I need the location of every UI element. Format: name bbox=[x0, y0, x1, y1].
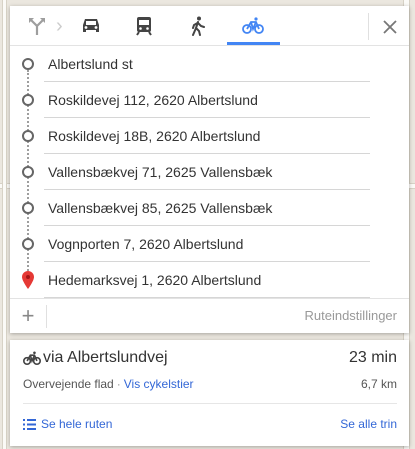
see-full-route-label: Se hele ruten bbox=[41, 417, 113, 431]
stop-input[interactable]: Roskildevej 112, 2620 Albertslund bbox=[44, 82, 370, 118]
stop-input[interactable]: Albertslund st bbox=[44, 46, 370, 82]
waypoint-dot-icon[interactable] bbox=[22, 202, 34, 214]
bicycle-icon bbox=[23, 351, 41, 366]
waypoint-dot-icon[interactable] bbox=[22, 238, 34, 250]
stop-item: Roskildevej 18B, 2620 Albertslund bbox=[10, 118, 409, 154]
directions-panel: › Albertslund st Roskildevej 112, 2620 A… bbox=[10, 6, 409, 333]
stop-item: Vallensbækvej 71, 2625 Vallensbæk bbox=[10, 154, 409, 190]
route-result-card[interactable]: via Albertslundvej 23 min Overvejende fl… bbox=[10, 340, 409, 446]
route-distance: 6,7 km bbox=[360, 377, 397, 391]
walking-icon bbox=[192, 16, 205, 36]
transit-mode-button[interactable] bbox=[127, 12, 161, 40]
car-icon bbox=[83, 19, 99, 32]
stop-item: Roskildevej 112, 2620 Albertslund bbox=[10, 82, 409, 118]
chevron-right-icon: › bbox=[56, 15, 63, 37]
close-icon bbox=[383, 19, 397, 34]
train-icon bbox=[136, 17, 152, 36]
stop-input[interactable]: Roskildevej 18B, 2620 Albertslund bbox=[44, 118, 370, 154]
list-icon bbox=[23, 418, 36, 430]
stop-item: Albertslund st bbox=[10, 46, 409, 82]
destination-input[interactable]: Hedemarksvej 1, 2620 Albertslund bbox=[44, 262, 370, 298]
turn-arrow-icon bbox=[29, 18, 45, 35]
stop-item: Vognporten 7, 2620 Albertslund bbox=[10, 226, 409, 262]
route-title: via Albertslundvej bbox=[43, 349, 168, 366]
bicycling-mode-button[interactable] bbox=[236, 12, 270, 40]
stop-item: Vallensbækvej 85, 2625 Vallensbæk bbox=[10, 190, 409, 226]
see-full-route-link[interactable]: Se hele ruten bbox=[23, 417, 112, 431]
waypoint-dot-icon[interactable] bbox=[22, 94, 34, 106]
travel-mode-bar: › bbox=[10, 6, 409, 46]
bicycle-icon bbox=[242, 17, 264, 34]
waypoint-dot-icon[interactable] bbox=[22, 130, 34, 142]
route-duration: 23 min bbox=[348, 349, 397, 366]
route-options-row: + Ruteindstillinger bbox=[10, 298, 409, 333]
add-destination-button[interactable]: + bbox=[10, 299, 46, 333]
best-route-mode-button[interactable] bbox=[20, 12, 54, 40]
active-mode-indicator bbox=[227, 42, 280, 45]
terrain-label: Overvejende flad bbox=[23, 377, 114, 391]
destination-pin-icon[interactable] bbox=[22, 271, 34, 289]
show-bike-paths-link[interactable]: Vis cykelstier bbox=[124, 377, 194, 391]
stop-item: Hedemarksvej 1, 2620 Albertslund bbox=[10, 262, 409, 298]
stop-input[interactable]: Vallensbækvej 85, 2625 Vallensbæk bbox=[44, 190, 370, 226]
stop-input[interactable]: Vallensbækvej 71, 2625 Vallensbæk bbox=[44, 154, 370, 190]
divider bbox=[46, 305, 47, 328]
map-road bbox=[2, 0, 7, 449]
waypoint-dot-icon[interactable] bbox=[22, 166, 34, 178]
stop-input[interactable]: Vognporten 7, 2620 Albertslund bbox=[44, 226, 370, 262]
waypoint-dot-icon[interactable] bbox=[22, 58, 34, 70]
separator: · bbox=[116, 377, 121, 391]
see-all-steps-link[interactable]: Se alle trin bbox=[340, 417, 397, 431]
route-stops-list: Albertslund st Roskildevej 112, 2620 Alb… bbox=[10, 46, 409, 299]
route-options-button[interactable]: Ruteindstillinger bbox=[305, 299, 398, 333]
route-details: Overvejende flad · Vis cykelstier bbox=[23, 377, 194, 391]
close-directions-button[interactable] bbox=[376, 13, 404, 40]
walking-mode-button[interactable] bbox=[181, 12, 215, 40]
driving-mode-button[interactable] bbox=[74, 12, 108, 40]
divider bbox=[23, 403, 397, 404]
divider bbox=[368, 13, 369, 40]
